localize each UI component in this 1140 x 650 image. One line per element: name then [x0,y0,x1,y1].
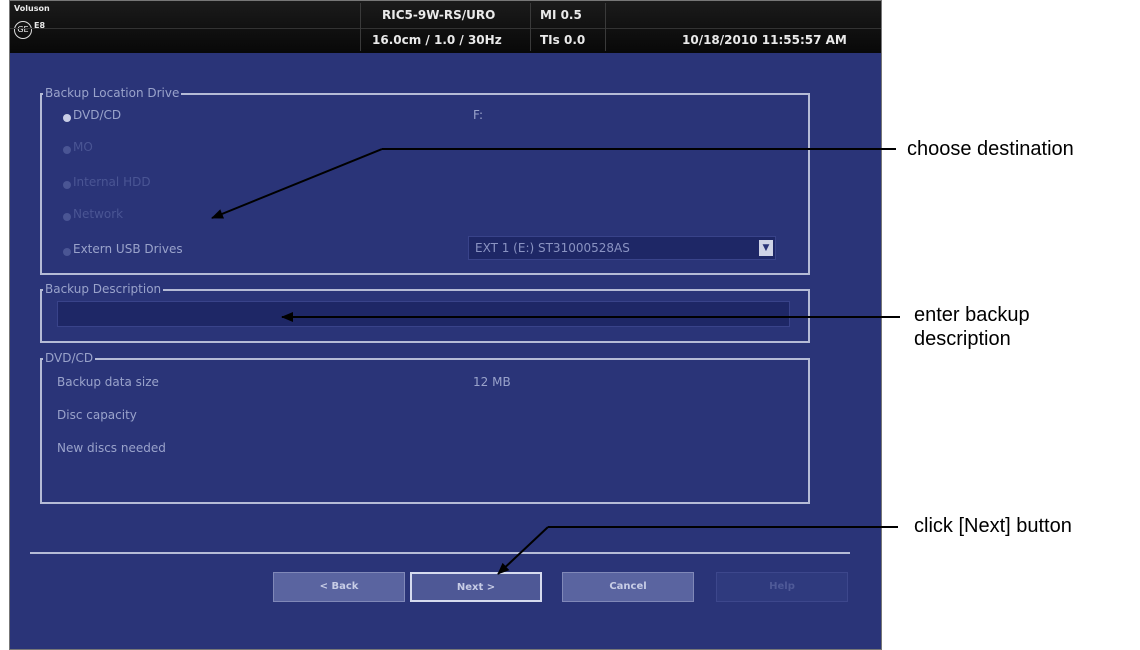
status-divider [10,28,881,29]
status-separator [605,3,606,51]
usb-drive-select[interactable]: EXT 1 (E:) ST31000528AS ▼ [468,236,776,260]
backup-data-size-label: Backup data size [57,375,159,389]
radio-extern-usb[interactable] [63,248,71,256]
backup-location-title: Backup Location Drive [43,86,182,100]
button-separator [30,552,850,554]
option-extern-usb-label[interactable]: Extern USB Drives [73,242,183,256]
imaging-settings: 16.0cm / 1.0 / 30Hz [372,33,502,47]
date-time: 10/18/2010 11:55:57 AM [682,33,847,47]
probe-label: RIC5-9W-RS/URO [382,8,496,22]
option-mo-label: MO [73,140,93,154]
option-network-label: Network [73,207,124,221]
backup-description-input[interactable] [57,301,790,327]
radio-dvd-cd[interactable] [63,114,71,122]
status-separator [360,3,361,51]
backup-description-title: Backup Description [43,282,164,296]
callout-click-next: click [Next] button [914,515,1072,537]
ultrasound-screen: Voluson E8 GE RIC5-9W-RS/URO MI 0.5 16.0… [9,0,882,650]
status-bar: Voluson E8 GE RIC5-9W-RS/URO MI 0.5 16.0… [10,1,881,53]
mi-value: MI 0.5 [540,8,582,22]
new-discs-needed-label: New discs needed [57,441,166,455]
status-separator [530,3,531,51]
dvd-cd-title: DVD/CD [43,351,96,365]
callout-enter-backup-line1: enter backup [914,304,1030,326]
help-button: Help [716,572,848,602]
radio-network [63,213,71,221]
radio-mo [63,146,71,154]
usb-drive-value: EXT 1 (E:) ST31000528AS [475,241,630,255]
callout-enter-backup-line2: description [914,328,1011,350]
radio-internal-hdd [63,181,71,189]
tis-value: TIs 0.0 [540,33,586,47]
option-dvd-cd-label[interactable]: DVD/CD [73,108,121,122]
ge-logo-icon: GE [14,21,32,39]
chevron-down-icon[interactable]: ▼ [759,240,773,256]
option-internal-hdd-label: Internal HDD [73,175,151,189]
brand-label: Voluson [14,4,50,13]
disc-capacity-label: Disc capacity [57,408,137,422]
cancel-button[interactable]: Cancel [562,572,694,602]
dvd-drive-letter: F: [473,108,484,122]
callout-choose-destination: choose destination [907,138,1074,160]
back-button[interactable]: < Back [273,572,405,602]
backup-data-size-value: 12 MB [473,375,511,389]
next-button[interactable]: Next > [410,572,542,602]
